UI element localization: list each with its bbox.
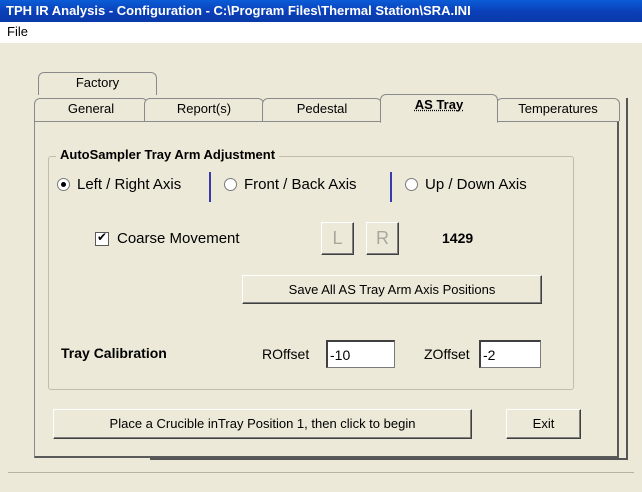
- tab-as-tray-label: AS Tray: [414, 97, 464, 112]
- radio-up-down[interactable]: Up / Down Axis: [405, 176, 527, 193]
- menu-file[interactable]: File: [4, 24, 31, 39]
- menu-bar: File: [0, 22, 642, 43]
- move-right-button[interactable]: R: [366, 222, 399, 255]
- zoffset-input[interactable]: [479, 340, 541, 368]
- tab-general[interactable]: General: [34, 98, 148, 121]
- tray-calibration-label: Tray Calibration: [61, 345, 167, 361]
- title-bar[interactable]: TPH IR Analysis - Configuration - C:\Pro…: [0, 0, 642, 22]
- group-title: AutoSampler Tray Arm Adjustment: [56, 147, 280, 162]
- tab-factory[interactable]: Factory: [38, 72, 157, 95]
- tab-temperatures[interactable]: Temperatures: [496, 98, 620, 121]
- coarse-movement-checkbox[interactable]: Coarse Movement: [95, 230, 240, 247]
- move-left-button[interactable]: L: [321, 222, 354, 255]
- separator: [209, 172, 211, 202]
- status-bar-divider: [8, 472, 634, 473]
- radio-left-right[interactable]: Left / Right Axis: [57, 176, 181, 193]
- radio-front-back[interactable]: Front / Back Axis: [224, 176, 357, 193]
- tab-as-tray[interactable]: AS Tray: [380, 94, 498, 123]
- radio-button-icon: [57, 178, 70, 191]
- tab-reports[interactable]: Report(s): [144, 98, 264, 121]
- place-crucible-button[interactable]: Place a Crucible inTray Position 1, then…: [53, 409, 472, 439]
- coarse-movement-label: Coarse Movement: [117, 230, 240, 247]
- roffset-label: ROffset: [262, 346, 310, 362]
- roffset-input[interactable]: [326, 340, 395, 368]
- save-positions-button[interactable]: Save All AS Tray Arm Axis Positions: [242, 275, 542, 304]
- radio-button-icon: [224, 178, 237, 191]
- radio-left-right-label: Left / Right Axis: [77, 176, 182, 193]
- checkbox-checked-icon: [95, 230, 109, 246]
- radio-front-back-label: Front / Back Axis: [244, 176, 357, 193]
- radio-button-icon: [405, 178, 418, 191]
- exit-button[interactable]: Exit: [506, 409, 581, 439]
- separator: [390, 172, 392, 202]
- window-title: TPH IR Analysis - Configuration - C:\Pro…: [6, 3, 471, 18]
- radio-up-down-label: Up / Down Axis: [425, 176, 527, 193]
- tab-pedestal[interactable]: Pedestal: [262, 98, 382, 121]
- position-readout: 1429: [442, 230, 474, 246]
- zoffset-label: ZOffset: [424, 346, 470, 362]
